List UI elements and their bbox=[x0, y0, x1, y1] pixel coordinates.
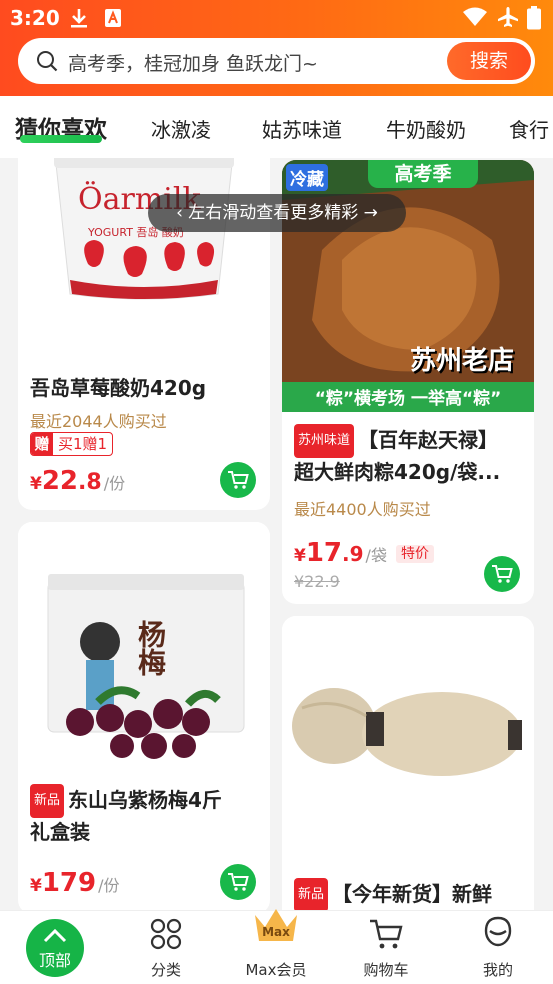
max-badge-text: Max bbox=[262, 925, 290, 939]
price-unit: /袋 bbox=[365, 546, 387, 565]
brand-tag: 苏州味道 bbox=[294, 424, 355, 458]
price-unit: /份 bbox=[98, 876, 120, 895]
cold-storage-badge: 冷藏 bbox=[286, 164, 328, 191]
new-tag: 新品 bbox=[30, 784, 65, 818]
nav-member-label: Max会员 bbox=[245, 961, 307, 979]
product-title[interactable]: 吾岛草莓酸奶420g bbox=[30, 372, 206, 404]
price-integer: 179 bbox=[41, 868, 97, 898]
tab-milk-yogurt[interactable]: 牛奶酸奶 bbox=[386, 114, 466, 143]
add-to-cart-button[interactable] bbox=[484, 556, 520, 592]
chevron-up-icon bbox=[43, 928, 67, 943]
store-overlay-text: 苏州老店 bbox=[410, 346, 515, 376]
back-to-top-button[interactable]: 顶部 bbox=[26, 919, 84, 977]
price-decimal: .8 bbox=[78, 470, 102, 495]
add-to-cart-button[interactable] bbox=[220, 462, 256, 498]
product-title-line1[interactable]: 苏州味道 【百年赵天禄】 bbox=[294, 424, 498, 458]
toast-text: 左右滑动查看更多精彩 bbox=[188, 203, 359, 223]
header: 3:20 高考季，桂冠加身 鱼跃龙门~ 搜索 bbox=[0, 0, 553, 96]
price-decimal: .9 bbox=[342, 542, 364, 566]
bottom-navigation: 顶部 分类 Max Max会员 购物车 我的 bbox=[0, 909, 553, 984]
product-price: ¥179/份 bbox=[30, 868, 120, 898]
purchase-count: 最近4400人购买过 bbox=[294, 500, 431, 519]
product-image: 杨梅 bbox=[18, 522, 270, 774]
category-tabs: 猜你喜欢 冰激凌 姑苏味道 牛奶酸奶 食行 bbox=[0, 96, 553, 158]
product-card-lotus-root[interactable]: 新品 【今年新货】新鲜 bbox=[282, 616, 534, 910]
app-notification-icon bbox=[104, 8, 122, 32]
product-image bbox=[282, 616, 534, 836]
arrow-right-icon: → bbox=[358, 203, 378, 223]
currency-symbol: ¥ bbox=[30, 876, 42, 896]
search-button[interactable]: 搜索 bbox=[447, 42, 531, 80]
currency-symbol: ¥ bbox=[294, 546, 306, 566]
nav-cart-label: 购物车 bbox=[363, 961, 409, 979]
swipe-hint-toast: ‹ 左右滑动查看更多精彩 → bbox=[148, 194, 406, 232]
nav-mine[interactable]: 我的 bbox=[443, 911, 553, 984]
promo-text: 买1赠1 bbox=[58, 435, 108, 453]
product-price: ¥22.8/份 bbox=[30, 466, 125, 496]
nav-max-member[interactable]: Max Max会员 bbox=[221, 909, 331, 984]
price-unit: /份 bbox=[103, 474, 126, 493]
product-title-line1[interactable]: 新品 东山乌紫杨梅4斤 bbox=[30, 784, 222, 818]
gift-icon: 赠 bbox=[31, 433, 53, 455]
promo-badge: 赠 买1赠1 bbox=[30, 432, 114, 456]
currency-symbol: ¥ bbox=[30, 474, 42, 494]
purchase-count: 最近2044人购买过 bbox=[30, 412, 167, 431]
price-integer: 22 bbox=[41, 466, 79, 496]
product-title-line2[interactable]: 礼盒装 bbox=[30, 816, 90, 848]
grid-icon bbox=[150, 918, 182, 950]
product-image-text: 杨梅 bbox=[134, 620, 167, 676]
product-title-line2[interactable]: 超大鲜肉粽420g/袋... bbox=[294, 456, 526, 488]
product-title-line1[interactable]: 新品 【今年新货】新鲜 bbox=[294, 878, 492, 910]
cart-icon bbox=[228, 873, 249, 891]
special-price-badge: 特价 bbox=[396, 545, 435, 563]
status-time: 3:20 bbox=[10, 6, 60, 30]
cart-icon bbox=[492, 565, 513, 583]
price-integer: 17 bbox=[305, 538, 343, 568]
cart-icon bbox=[228, 471, 249, 489]
exam-season-banner: 高考季 bbox=[368, 160, 478, 188]
product-title-text: 【今年新货】新鲜 bbox=[332, 882, 493, 906]
battery-icon bbox=[527, 6, 541, 34]
status-bar: 3:20 bbox=[0, 0, 553, 36]
active-tab-indicator bbox=[20, 135, 102, 143]
tab-ice-cream[interactable]: 冰激凌 bbox=[151, 114, 211, 143]
nav-cart[interactable]: 购物车 bbox=[331, 911, 441, 984]
nav-category[interactable]: 分类 bbox=[111, 911, 221, 984]
search-input[interactable]: 高考季，桂冠加身 鱼跃龙门~ bbox=[68, 49, 318, 76]
product-card-bayberry[interactable]: 杨梅 新品 东山乌紫杨梅4斤 礼盒装 ¥179/份 bbox=[18, 522, 270, 910]
nav-mine-label: 我的 bbox=[482, 961, 513, 979]
add-to-cart-button[interactable] bbox=[220, 864, 256, 900]
wifi-icon bbox=[462, 7, 488, 31]
search-bar[interactable]: 高考季，桂冠加身 鱼跃龙门~ 搜索 bbox=[18, 38, 535, 84]
shopping-cart-icon bbox=[370, 919, 403, 949]
airplane-mode-icon bbox=[497, 6, 519, 32]
original-price: ¥22.9 bbox=[294, 572, 340, 591]
tab-suzhou-flavor[interactable]: 姑苏味道 bbox=[262, 114, 342, 143]
tab-food[interactable]: 食行 bbox=[509, 114, 549, 143]
slogan-text: “粽”横考场 一举高“粽” bbox=[314, 389, 502, 409]
profile-icon bbox=[484, 916, 512, 947]
back-to-top-label: 顶部 bbox=[38, 951, 71, 970]
product-title-text: 【百年赵天禄】 bbox=[358, 428, 499, 452]
chevron-left-icon: ‹ bbox=[176, 203, 189, 223]
product-feed[interactable]: Öarmilk YOGURT 吾岛 酸奶 吾岛草莓酸奶420g 最近2044人购… bbox=[0, 158, 553, 910]
download-icon bbox=[70, 8, 88, 32]
product-price: ¥17.9/袋 特价 bbox=[294, 538, 435, 568]
search-icon bbox=[36, 50, 58, 72]
product-image: Öarmilk YOGURT 吾岛 酸奶 bbox=[18, 158, 270, 324]
product-title-text: 东山乌紫杨梅4斤 bbox=[68, 788, 222, 812]
nav-category-label: 分类 bbox=[150, 961, 181, 979]
